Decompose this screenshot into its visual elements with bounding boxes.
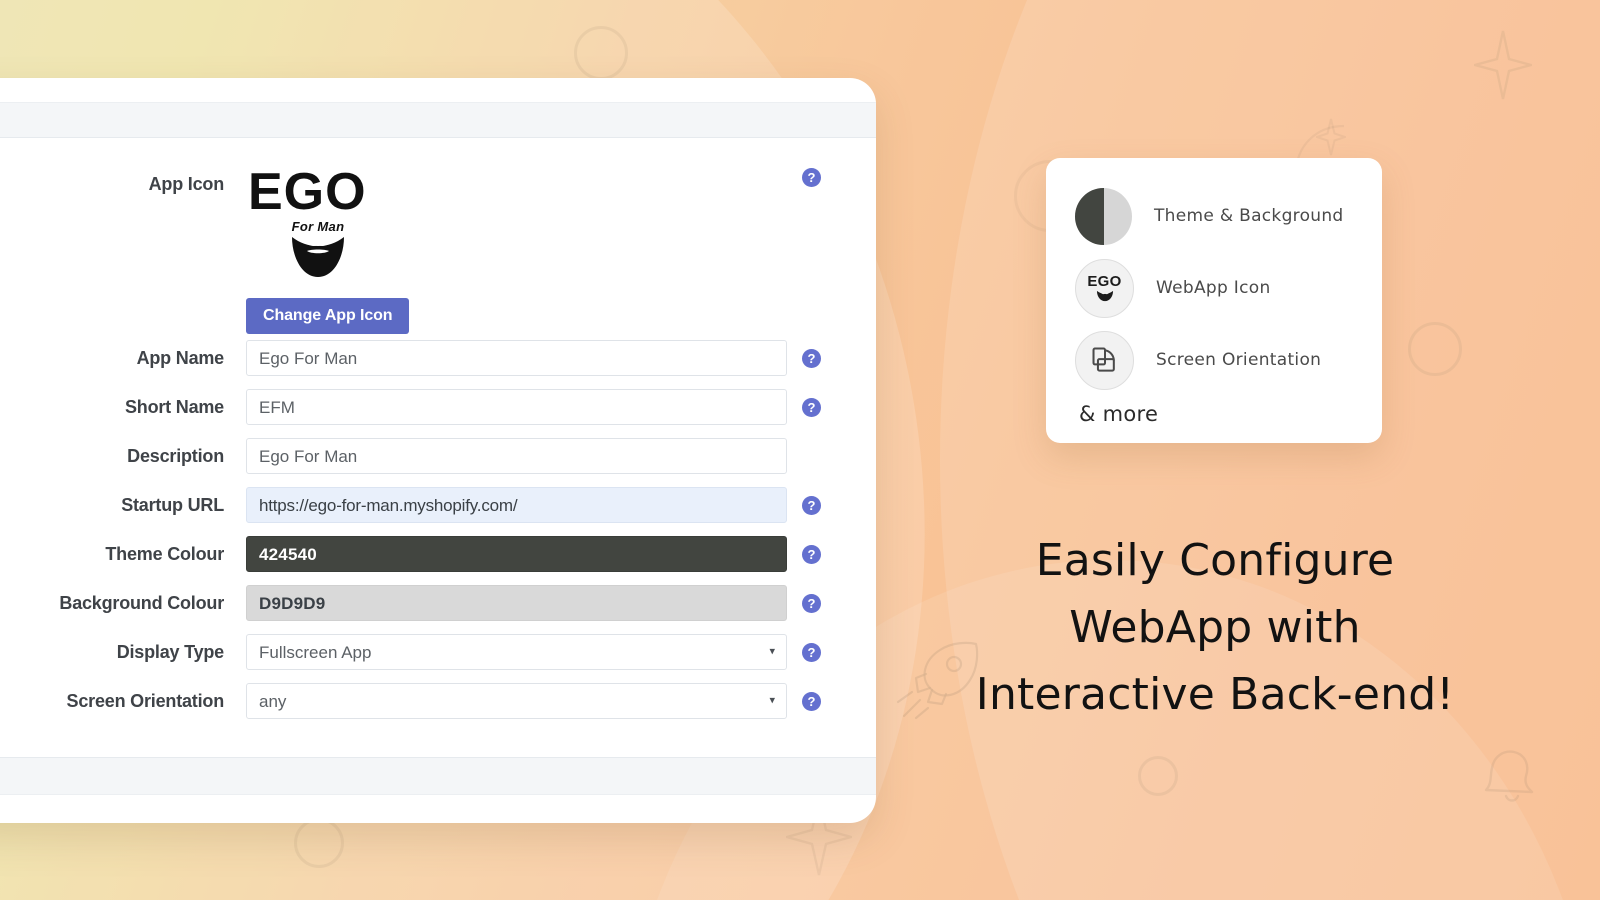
app-name-input[interactable]: Ego For Man xyxy=(246,340,787,377)
theme-colour-field-wrap: 424540 xyxy=(246,536,787,573)
description-field-wrap: Ego For Man xyxy=(246,438,787,475)
beard-icon xyxy=(282,235,354,284)
form-row-startup-url: Startup URL https://ego-for-man.myshopif… xyxy=(0,487,836,524)
app-name-label: App Name xyxy=(136,347,225,368)
headline-line-3: Interactive Back-end! xyxy=(975,668,1455,720)
app-icon-label: App Icon xyxy=(148,174,225,194)
short-name-input[interactable]: EFM xyxy=(246,389,787,426)
webapp-settings-form: App Icon EGO For Man Change App Icon ? A… xyxy=(0,163,836,732)
help-icon-short-name[interactable]: ? xyxy=(802,397,821,417)
app-screenshot-card: App Icon EGO For Man Change App Icon ? A… xyxy=(0,78,876,823)
startup-url-field-wrap: https://ego-for-man.myshopify.com/ xyxy=(246,487,787,524)
ego-logo-tagline: For Man xyxy=(291,219,345,235)
headline-line-1: Easily Configure xyxy=(1035,535,1395,586)
description-label: Description xyxy=(127,445,224,466)
form-row-display-type: Display Type Fullscreen App ▾ ? xyxy=(0,634,836,671)
feature-more-label: & more xyxy=(1079,402,1159,426)
feature-label-webapp-icon: WebApp Icon xyxy=(1156,278,1271,298)
startup-url-label: Startup URL xyxy=(121,494,224,515)
chevron-down-icon-screen-orientation[interactable]: ▾ xyxy=(769,695,775,707)
help-icon-app-name[interactable]: ? xyxy=(802,348,821,368)
headline-line-2: WebApp with xyxy=(1069,601,1361,653)
form-row-description: Description Ego For Man xyxy=(0,438,836,475)
form-row-app-name: App Name Ego For Man ? xyxy=(0,340,836,377)
promo-headline: Easily Configure WebApp with Interactive… xyxy=(930,528,1500,729)
short-name-field-wrap: EFM xyxy=(246,389,787,426)
feature-label-screen-orientation: Screen Orientation xyxy=(1156,350,1322,370)
screen-orientation-label: Screen Orientation xyxy=(66,690,225,711)
background-colour-input[interactable]: D9D9D9 xyxy=(246,585,787,622)
screen-orientation-select[interactable]: any xyxy=(246,683,787,720)
webapp-ego-icon: EGO xyxy=(1075,258,1134,318)
background-colour-label: Background Colour xyxy=(59,592,224,613)
app-icon-field: EGO For Man Change App Icon xyxy=(246,163,787,335)
display-type-label: Display Type xyxy=(116,641,225,662)
display-type-field-wrap: Fullscreen App ▾ xyxy=(246,634,787,671)
help-spacer-description xyxy=(802,447,821,466)
ego-mini-mark: EGO xyxy=(1087,274,1121,302)
feature-item-screen-orientation: Screen Orientation xyxy=(1046,324,1382,396)
help-icon-display-type[interactable]: ? xyxy=(802,642,821,662)
help-icon-theme-colour[interactable]: ? xyxy=(802,544,821,564)
display-type-select[interactable]: Fullscreen App xyxy=(246,634,787,671)
app-name-field-wrap: Ego For Man xyxy=(246,340,787,377)
feature-highlights-card: Theme & Background EGO WebApp Icon Scree… xyxy=(1046,158,1382,443)
form-row-short-name: Short Name EFM ? xyxy=(0,389,836,426)
help-icon-screen-orientation[interactable]: ? xyxy=(802,691,821,711)
ego-mini-word: EGO xyxy=(1087,273,1122,290)
background-colour-field-wrap: D9D9D9 xyxy=(246,585,787,622)
screen-orientation-field-wrap: any ▾ xyxy=(246,683,787,720)
feature-label-theme-background: Theme & Background xyxy=(1154,206,1344,226)
startup-url-input[interactable]: https://ego-for-man.myshopify.com/ xyxy=(246,487,787,524)
card-bottom-bar xyxy=(0,757,876,795)
chevron-down-icon-display-type[interactable]: ▾ xyxy=(769,646,775,658)
help-icon-startup-url[interactable]: ? xyxy=(802,495,821,515)
form-row-app-icon: App Icon EGO For Man Change App Icon ? xyxy=(0,163,836,335)
ego-logo-wordmark: EGO xyxy=(248,163,367,221)
ego-logo: EGO For Man xyxy=(248,163,388,284)
change-app-icon-button[interactable]: Change App Icon xyxy=(246,298,410,335)
form-row-theme-colour: Theme Colour 424540 ? xyxy=(0,536,836,573)
screen-rotate-icon xyxy=(1075,330,1134,390)
theme-colour-input[interactable]: 424540 xyxy=(246,536,787,573)
help-icon-background-colour[interactable]: ? xyxy=(802,593,821,613)
form-row-screen-orientation: Screen Orientation any ▾ ? xyxy=(0,683,836,720)
short-name-label: Short Name xyxy=(124,396,224,417)
theme-colour-label: Theme Colour xyxy=(105,543,224,564)
description-input[interactable]: Ego For Man xyxy=(246,438,787,475)
card-top-bar xyxy=(0,102,876,138)
theme-split-circle-icon xyxy=(1075,187,1132,245)
help-icon-app-icon[interactable]: ? xyxy=(802,168,821,187)
form-row-background-colour: Background Colour D9D9D9 ? xyxy=(0,585,836,622)
feature-item-theme-background: Theme & Background xyxy=(1046,180,1382,252)
feature-item-webapp-icon: EGO WebApp Icon xyxy=(1046,252,1382,324)
